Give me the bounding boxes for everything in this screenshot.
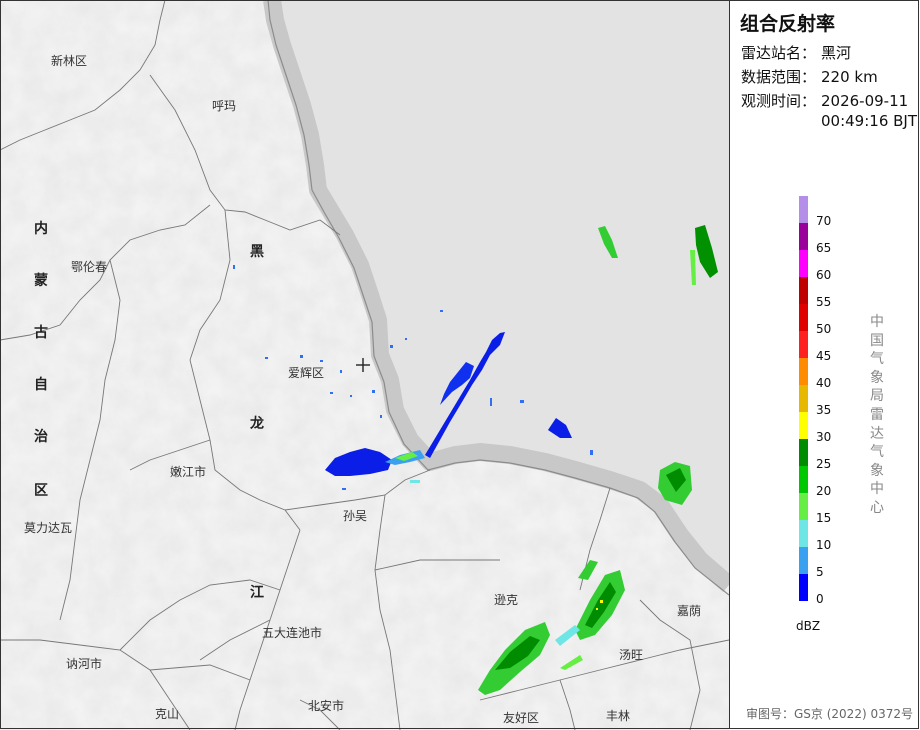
svg-text:内: 内 — [34, 220, 48, 237]
label-aihui: 爱辉区 — [288, 366, 324, 380]
legend-label-70: 70 — [816, 214, 832, 228]
svg-text:自: 自 — [34, 376, 48, 393]
time-row: 观测时间： 2026-09-11 00:49:16 BJT — [741, 91, 917, 130]
label-youhao: 友好区 — [503, 711, 539, 725]
legend-unit: dBZ — [796, 619, 821, 633]
legend-label-40: 40 — [816, 376, 832, 390]
legend-swatch-65 — [799, 223, 808, 250]
legend-swatch-5 — [799, 547, 808, 574]
svg-text:区: 区 — [34, 483, 48, 499]
legend-swatch-60 — [799, 250, 808, 277]
legend-label-10: 10 — [816, 538, 832, 552]
label-sunwu: 孙吴 — [343, 509, 367, 523]
svg-text:蒙: 蒙 — [34, 272, 48, 289]
label-keshan: 克山 — [155, 707, 179, 721]
label-xunke: 逊克 — [494, 593, 518, 607]
label-fenglin: 丰林 — [606, 709, 630, 723]
legend-swatch-0 — [799, 574, 808, 601]
label-nehe: 讷河市 — [66, 656, 102, 671]
label-wudalianchi: 五大连池市 — [262, 625, 322, 640]
legend-label-25: 25 — [816, 457, 832, 471]
credit-text: 中国气象局雷达气象中心 — [870, 314, 884, 516]
legend-label-55: 55 — [816, 295, 832, 309]
label-jiayin: 嘉荫 — [677, 604, 701, 618]
legend-label-45: 45 — [816, 349, 832, 363]
approval-number: 审图号：GS京 (2022) 0372号 — [746, 707, 913, 721]
legend-label-15: 15 — [816, 511, 832, 525]
label-xinlin: 新林区 — [51, 53, 87, 68]
station-value: 黑河 — [821, 44, 852, 62]
legend-label-60: 60 — [816, 268, 832, 282]
legend-swatch-25 — [799, 439, 808, 466]
legend-label-30: 30 — [816, 430, 832, 444]
svg-text:龙: 龙 — [249, 415, 264, 432]
legend-swatch-30 — [799, 412, 808, 439]
label-elunchun: 鄂伦春 — [71, 259, 107, 274]
legend-label-50: 50 — [816, 322, 832, 336]
label-beian: 北安市 — [308, 698, 344, 713]
legend-swatch-40 — [799, 358, 808, 385]
range-row: 数据范围： 220 km — [741, 67, 878, 87]
label-huma: 呼玛 — [212, 99, 236, 113]
station-row: 雷达站名： 黑河 — [741, 43, 851, 63]
legend-label-20: 20 — [816, 484, 832, 498]
station-label: 雷达站名： — [741, 44, 817, 62]
product-title: 组合反射率 — [740, 13, 836, 35]
legend-swatch-10 — [799, 520, 808, 547]
range-label: 数据范围： — [741, 68, 817, 86]
legend-swatch-55 — [799, 277, 808, 304]
svg-text:古: 古 — [34, 324, 48, 341]
time-label: 观测时间： — [741, 92, 817, 110]
svg-text:江: 江 — [250, 584, 264, 601]
time-value: 2026-09-11 00:49:16 BJT — [821, 92, 918, 130]
legend-swatch-20 — [799, 466, 808, 493]
legend-label-5: 5 — [816, 565, 824, 579]
legend-swatch-50 — [799, 304, 808, 331]
legend-label-65: 65 — [816, 241, 832, 255]
radar-map[interactable]: 内 蒙 古 自 治 区 黑 龙 江 新林区 呼玛 鄂伦春 爱辉区 嫩江市 孙吴 … — [0, 0, 729, 730]
legend-swatch-15 — [799, 493, 808, 520]
range-value: 220 km — [821, 68, 878, 86]
svg-text:黑: 黑 — [250, 244, 264, 260]
label-molidawa: 莫力达瓦 — [24, 521, 72, 535]
legend-swatch-70 — [799, 196, 808, 223]
legend-swatch-45 — [799, 331, 808, 358]
info-panel: 组合反射率 雷达站名： 黑河 数据范围： 220 km 观测时间： 2026-0… — [729, 0, 919, 729]
legend-label-35: 35 — [816, 403, 832, 417]
legend-label-0: 0 — [816, 592, 824, 606]
label-tangwang: 汤旺 — [619, 648, 643, 662]
label-nenjiang: 嫩江市 — [170, 464, 206, 479]
svg-text:治: 治 — [34, 428, 48, 445]
legend-swatch-35 — [799, 385, 808, 412]
